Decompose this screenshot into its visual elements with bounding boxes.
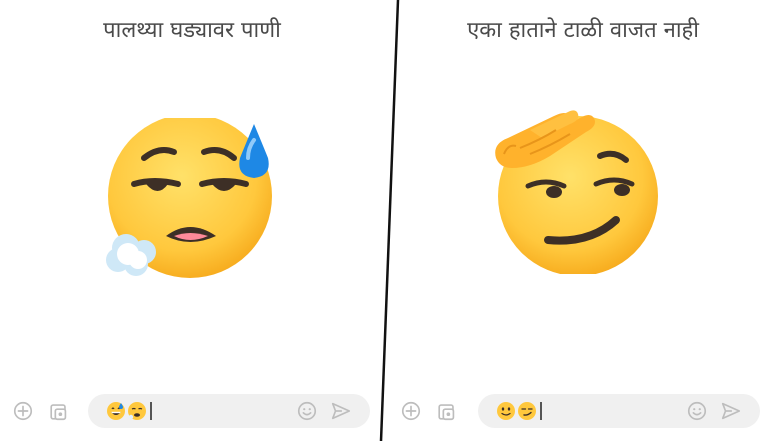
emoji-icon[interactable] <box>296 400 318 422</box>
left-caption: पालथ्या घड्यावर पाणी <box>103 18 281 43</box>
smirking-face-icon <box>518 402 536 420</box>
gallery-icon[interactable] <box>48 400 70 422</box>
face-exhaling-icon <box>128 402 146 420</box>
slightly-smiling-face-icon <box>497 402 515 420</box>
draft-content <box>496 399 542 423</box>
grinning-face-with-sweat-icon <box>107 402 125 420</box>
right-panel: एका हाताने टाळी वाजत नाही <box>390 0 784 441</box>
send-icon[interactable] <box>330 400 352 422</box>
add-icon[interactable] <box>400 400 422 422</box>
send-icon[interactable] <box>720 400 742 422</box>
text-caret <box>150 402 152 420</box>
message-input[interactable] <box>88 394 370 428</box>
downcast-face-with-sweat-and-exhale-icon <box>106 118 272 278</box>
emoji-icon[interactable] <box>686 400 708 422</box>
text-caret <box>540 402 542 420</box>
smirking-face-with-salute-hand-icon <box>495 110 658 274</box>
left-panel: पालथ्या घड्यावर पाणी <box>0 0 390 441</box>
add-icon[interactable] <box>12 400 34 422</box>
message-input[interactable] <box>478 394 760 428</box>
gallery-icon[interactable] <box>436 400 458 422</box>
draft-content <box>106 399 152 423</box>
right-caption: एका हाताने टाळी वाजत नाही <box>467 18 699 43</box>
